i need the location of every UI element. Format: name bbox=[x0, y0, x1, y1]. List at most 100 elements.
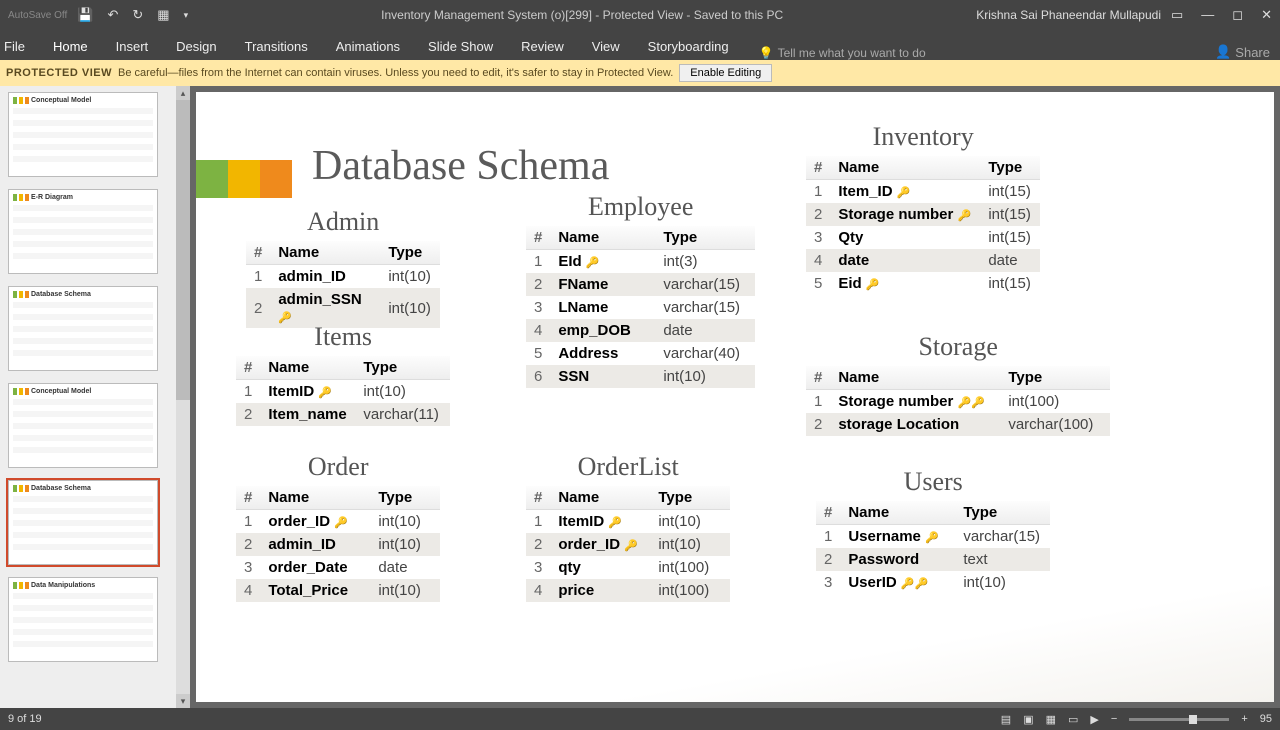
key-icon: 🔑 bbox=[925, 532, 939, 544]
table-row: 1EId 🔑int(3) bbox=[526, 250, 755, 274]
table-name: Admin bbox=[246, 207, 440, 237]
normal-view-icon[interactable]: ▣ bbox=[1023, 713, 1033, 726]
ribbon-tabs: File Home Insert Design Transitions Anim… bbox=[0, 30, 1280, 60]
slide-thumbnail[interactable]: Database Schema bbox=[8, 480, 158, 565]
slide-counter[interactable]: 9 of 19 bbox=[8, 713, 42, 725]
table-row: 3UserID 🔑🔑int(10) bbox=[816, 571, 1050, 594]
tab-animations[interactable]: Animations bbox=[332, 33, 404, 60]
schema-grid: #NameType1Item_ID 🔑int(15)2Storage numbe… bbox=[806, 156, 1040, 295]
tab-file[interactable]: File bbox=[0, 33, 29, 60]
redo-icon[interactable]: ↻ bbox=[132, 7, 143, 23]
start-slideshow-icon[interactable]: ▦ bbox=[157, 7, 169, 23]
slide-title: Database Schema bbox=[312, 142, 609, 190]
table-row: 4Total_Priceint(10) bbox=[236, 579, 440, 602]
status-bar: 9 of 19 ▤ ▣ ▦ ▭ ▶ − + 95 bbox=[0, 708, 1280, 730]
key-icon: 🔑 bbox=[586, 257, 600, 269]
slide-thumbnail[interactable]: Database Schema bbox=[8, 286, 158, 371]
key-icon: 🔑 bbox=[897, 187, 911, 199]
table-name: OrderList bbox=[526, 452, 730, 482]
table-row: 4priceint(100) bbox=[526, 579, 730, 602]
schema-table-admin: Admin #NameType1admin_IDint(10)2admin_SSN… bbox=[246, 207, 440, 328]
share-button[interactable]: 👤Share bbox=[1215, 44, 1270, 60]
table-row: 1order_ID 🔑int(10) bbox=[236, 510, 440, 534]
lightbulb-icon: 💡 bbox=[759, 46, 774, 60]
slideshow-view-icon[interactable]: ▶ bbox=[1090, 713, 1098, 726]
key-icon: 🔑🔑 bbox=[901, 578, 928, 590]
minimize-icon[interactable]: — bbox=[1201, 7, 1214, 23]
tab-home[interactable]: Home bbox=[49, 33, 92, 60]
tab-view[interactable]: View bbox=[588, 33, 624, 60]
tab-slideshow[interactable]: Slide Show bbox=[424, 33, 497, 60]
sorter-view-icon[interactable]: ▦ bbox=[1046, 713, 1056, 726]
table-name: Storage bbox=[806, 332, 1110, 362]
tab-insert[interactable]: Insert bbox=[112, 33, 153, 60]
schema-table-items: Items#NameType1ItemID 🔑int(10)2Item_name… bbox=[236, 322, 450, 426]
table-row: 2Storage number 🔑int(15) bbox=[806, 203, 1040, 226]
main-area: Conceptual Model E-R Diagram Database Sc… bbox=[0, 86, 1280, 708]
scroll-up-icon[interactable]: ▴ bbox=[176, 86, 190, 100]
schema-grid: #NameType1EId 🔑int(3)2FNamevarchar(15)3L… bbox=[526, 226, 755, 388]
ribbon-options-icon[interactable]: ▭ bbox=[1171, 7, 1183, 23]
table-row: 1ItemID 🔑int(10) bbox=[236, 380, 450, 404]
tab-review[interactable]: Review bbox=[517, 33, 568, 60]
table-row: 2storage Locationvarchar(100) bbox=[806, 413, 1110, 436]
share-icon: 👤 bbox=[1215, 44, 1231, 60]
schema-grid: #NameType1ItemID 🔑int(10)2Item_namevarch… bbox=[236, 356, 450, 426]
zoom-slider[interactable] bbox=[1129, 718, 1229, 721]
undo-icon[interactable]: ↶ bbox=[107, 7, 118, 23]
table-row: 1Username 🔑varchar(15) bbox=[816, 525, 1050, 549]
slide-thumbnail[interactable]: E-R Diagram bbox=[8, 189, 158, 274]
key-icon: 🔑 bbox=[866, 279, 880, 291]
key-icon: 🔑 bbox=[334, 517, 348, 529]
key-icon: 🔑🔑 bbox=[958, 397, 985, 409]
schema-table-storage: Storage #NameType1Storage number 🔑🔑int(10… bbox=[806, 332, 1110, 436]
tab-transitions[interactable]: Transitions bbox=[241, 33, 312, 60]
table-row: 6SSNint(10) bbox=[526, 365, 755, 388]
notes-button[interactable]: ▤ bbox=[1001, 713, 1011, 726]
title-accent-swatches bbox=[196, 160, 292, 198]
slide-thumbnails-panel: Conceptual Model E-R Diagram Database Sc… bbox=[0, 86, 190, 708]
schema-table-order: Order#NameType1order_ID 🔑int(10)2admin_I… bbox=[236, 452, 440, 602]
key-icon: 🔑 bbox=[318, 387, 332, 399]
protected-view-label: PROTECTED VIEW bbox=[6, 67, 112, 79]
table-row: 3Qtyint(15) bbox=[806, 226, 1040, 249]
table-name: Inventory bbox=[806, 122, 1040, 152]
slide-canvas[interactable]: Database Schema Admin #NameType1admin_IDi… bbox=[196, 92, 1274, 702]
zoom-out-icon[interactable]: − bbox=[1111, 713, 1117, 725]
slide-thumbnail[interactable]: Conceptual Model bbox=[8, 92, 158, 177]
schema-grid: #NameType1ItemID 🔑int(10)2order_ID 🔑int(… bbox=[526, 486, 730, 602]
user-name[interactable]: Krishna Sai Phaneendar Mullapudi bbox=[976, 8, 1161, 22]
table-row: 3order_Datedate bbox=[236, 556, 440, 579]
reading-view-icon[interactable]: ▭ bbox=[1068, 713, 1078, 726]
tab-storyboarding[interactable]: Storyboarding bbox=[644, 33, 733, 60]
schema-table-inventory: Inventory #NameType1Item_ID 🔑int(15)2Stor… bbox=[806, 122, 1040, 295]
tell-me-search[interactable]: 💡Tell me what you want to do bbox=[759, 46, 926, 60]
table-row: 3LNamevarchar(15) bbox=[526, 296, 755, 319]
table-row: 1Item_ID 🔑int(15) bbox=[806, 180, 1040, 204]
autosave-toggle[interactable]: AutoSave Off bbox=[8, 10, 67, 21]
zoom-level[interactable]: 95 bbox=[1260, 713, 1272, 725]
table-row: 5Addressvarchar(40) bbox=[526, 342, 755, 365]
schema-grid: #NameType1admin_IDint(10)2admin_SSN 🔑int… bbox=[246, 241, 440, 328]
slide-thumbnail[interactable]: Data Manipulations bbox=[8, 577, 158, 662]
enable-editing-button[interactable]: Enable Editing bbox=[679, 64, 772, 82]
protected-view-message: Be careful—files from the Internet can c… bbox=[118, 67, 673, 79]
scroll-down-icon[interactable]: ▾ bbox=[176, 694, 190, 708]
zoom-in-icon[interactable]: + bbox=[1241, 713, 1247, 725]
tab-design[interactable]: Design bbox=[172, 33, 220, 60]
table-row: 4datedate bbox=[806, 249, 1040, 272]
schema-grid: #NameType1Storage number 🔑🔑int(100)2stor… bbox=[806, 366, 1110, 436]
window-title: Inventory Management System (o)[299] - P… bbox=[188, 8, 976, 22]
slide-canvas-area: Database Schema Admin #NameType1admin_IDi… bbox=[190, 86, 1280, 708]
thumbnails-scrollbar[interactable]: ▴ ▾ bbox=[176, 86, 190, 708]
slide-thumbnail[interactable]: Conceptual Model bbox=[8, 383, 158, 468]
table-row: 4emp_DOBdate bbox=[526, 319, 755, 342]
close-icon[interactable]: ✕ bbox=[1261, 7, 1272, 23]
maximize-icon[interactable]: ◻ bbox=[1232, 7, 1243, 23]
table-row: 2admin_IDint(10) bbox=[236, 533, 440, 556]
save-icon[interactable]: 💾 bbox=[77, 7, 93, 23]
schema-table-employee: Employee#NameType1EId 🔑int(3)2FNamevarch… bbox=[526, 192, 755, 388]
title-bar: AutoSave Off 💾 ↶ ↻ ▦ ▾ Inventory Managem… bbox=[0, 0, 1280, 30]
scrollbar-handle[interactable] bbox=[176, 100, 190, 400]
schema-grid: #NameType1order_ID 🔑int(10)2admin_IDint(… bbox=[236, 486, 440, 602]
